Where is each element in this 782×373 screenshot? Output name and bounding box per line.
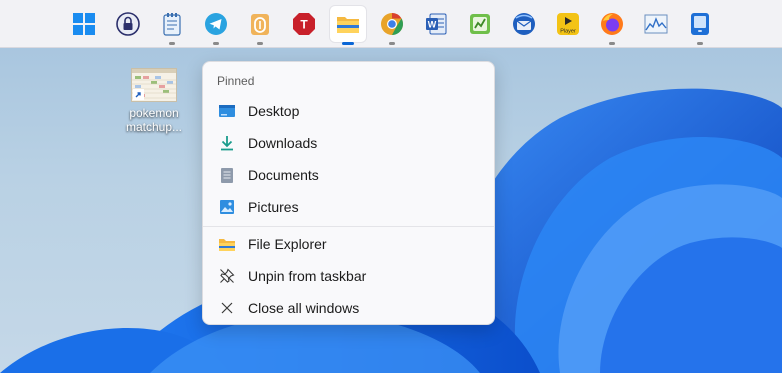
notepad-icon	[163, 13, 181, 36]
taskbar-app-chrome[interactable]	[374, 6, 410, 45]
menu-separator	[203, 226, 494, 227]
taskbar-app-telegram[interactable]	[198, 6, 234, 45]
taskbar: T W Player	[0, 0, 782, 48]
running-indicator	[213, 42, 219, 45]
player-app-icon: Player	[557, 13, 579, 35]
clipboard-app-icon	[251, 14, 269, 35]
taskbar-start-button[interactable]	[66, 6, 102, 42]
chrome-canary-icon	[381, 13, 403, 35]
jump-item-unpin[interactable]: Unpin from taskbar	[207, 261, 490, 291]
close-icon	[218, 299, 236, 317]
resource-monitor-icon	[644, 14, 668, 34]
player-icon-label: Player	[560, 29, 576, 35]
jump-item-file-explorer[interactable]: File Explorer	[207, 229, 490, 259]
file-explorer-icon	[337, 17, 359, 33]
jump-item-label: Close all windows	[248, 300, 360, 316]
file-explorer-jump-list: Pinned Desktop Downloads Documents Pictu…	[202, 61, 495, 325]
taskbar-app-player[interactable]: Player	[550, 6, 586, 42]
taskbar-app-red-t[interactable]: T	[286, 6, 322, 42]
keepass-lock-icon	[116, 12, 140, 36]
taskbar-app-word[interactable]: W	[418, 6, 454, 42]
jump-item-label: Unpin from taskbar	[248, 268, 367, 284]
jump-item-label: Pictures	[248, 199, 299, 215]
desktop-shortcut-label: pokemon matchup...	[125, 106, 183, 134]
downloads-arrow-icon	[218, 134, 236, 152]
jump-item-label: Desktop	[248, 103, 300, 119]
active-window-indicator	[342, 42, 354, 45]
telegram-icon	[205, 13, 227, 35]
jump-item-pictures[interactable]: Pictures	[207, 192, 490, 222]
jump-item-close-all[interactable]: Close all windows	[207, 293, 490, 323]
svg-text:W: W	[428, 20, 437, 30]
taskbar-app-keepass[interactable]	[110, 6, 146, 42]
word-icon: W	[426, 13, 447, 35]
running-indicator	[389, 42, 395, 45]
desktop-folder-icon	[218, 102, 236, 120]
running-indicator	[609, 42, 615, 45]
jump-item-label: Documents	[248, 167, 319, 183]
unpin-icon	[218, 267, 236, 285]
documents-icon	[218, 166, 236, 184]
pinned-section-header: Pinned	[217, 74, 255, 88]
taskbar-app-file-explorer[interactable]	[330, 6, 366, 45]
phone-link-icon	[691, 13, 709, 35]
taskbar-app-notepad[interactable]	[154, 6, 190, 45]
pictures-icon	[218, 198, 236, 216]
running-indicator	[697, 42, 703, 45]
windows-start-icon	[73, 13, 95, 35]
jump-item-label: File Explorer	[248, 236, 327, 252]
jump-item-label: Downloads	[248, 135, 318, 151]
taskbar-app-clipboard[interactable]	[242, 6, 278, 45]
taskbar-app-resource-monitor[interactable]	[638, 6, 674, 42]
shortcut-arrow-icon	[133, 89, 144, 100]
running-indicator	[169, 42, 175, 45]
thunderbird-icon	[513, 13, 535, 35]
green-app-icon	[470, 14, 490, 34]
running-indicator	[257, 42, 263, 45]
taskbar-app-green[interactable]	[462, 6, 498, 42]
spreadsheet-thumbnail-icon	[131, 68, 177, 102]
red-t-app-icon: T	[293, 13, 315, 35]
jump-item-desktop[interactable]: Desktop	[207, 96, 490, 126]
taskbar-app-phone-link[interactable]	[682, 6, 718, 45]
taskbar-app-thunderbird[interactable]	[506, 6, 542, 42]
jump-item-documents[interactable]: Documents	[207, 160, 490, 190]
file-explorer-icon	[218, 235, 236, 253]
firefox-icon	[601, 13, 623, 35]
jump-item-downloads[interactable]: Downloads	[207, 128, 490, 158]
svg-text:T: T	[300, 18, 308, 32]
taskbar-app-firefox[interactable]	[594, 6, 630, 45]
desktop-shortcut-pokemon-matchup[interactable]: pokemon matchup...	[122, 68, 186, 134]
